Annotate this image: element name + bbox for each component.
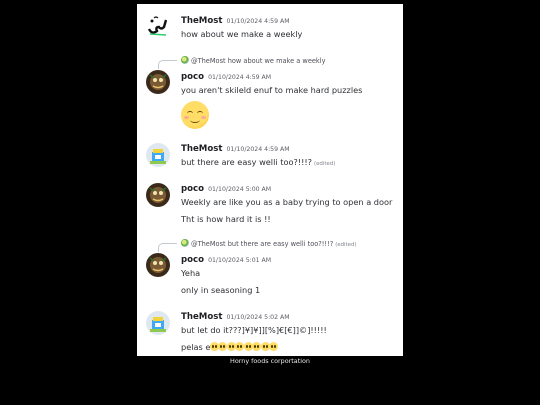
message-text: Weekly are like you as a baby trying to … <box>181 197 393 207</box>
reply-text: but there are easy welli too?!!!? <box>227 240 334 248</box>
caption: Horny foods corportation <box>230 357 310 365</box>
author-name[interactable]: TheMost <box>181 144 223 154</box>
message-text: Yeha <box>181 268 201 278</box>
timestamp: 01/10/2024 5:01 AM <box>208 257 272 264</box>
message-text: but there are easy welli too?!!!? <box>181 157 312 167</box>
message-text: but let do it???]¥]¥]][%]€[€]]©]!!!!! <box>181 325 327 335</box>
pleading-emoji-row <box>209 342 279 352</box>
edited-tag: (edited) <box>314 161 336 167</box>
reply-author[interactable]: @TheMost <box>191 57 226 65</box>
author-name[interactable]: TheMost <box>181 312 223 322</box>
author-name[interactable]: poco <box>181 255 204 265</box>
author-name[interactable]: poco <box>181 184 204 194</box>
chat-screenshot: TheMost 01/10/2024 4:59 AM how about we m… <box>137 4 403 356</box>
reply-avatar-icon <box>181 56 189 64</box>
message-text: pelas e <box>181 342 211 352</box>
message-text: how about we make a weekly <box>181 29 303 39</box>
author-name[interactable]: TheMost <box>181 16 223 26</box>
timestamp: 01/10/2024 5:02 AM <box>226 314 290 321</box>
timestamp: 01/10/2024 4:59 AM <box>226 146 290 153</box>
reply-avatar-icon <box>181 239 189 247</box>
reply-preview[interactable]: @TheMost how about we make a weekly <box>181 56 325 66</box>
arabic-calligraphy-avatar[interactable] <box>146 14 170 38</box>
timestamp: 01/10/2024 5:00 AM <box>208 186 272 193</box>
smiling-blush-emoji <box>181 101 209 129</box>
message-text: only in seasoning 1 <box>181 285 261 295</box>
reply-text: how about we make a weekly <box>227 57 326 65</box>
message-text: you aren't skileld enuf to make hard puz… <box>181 85 363 95</box>
message-text: Tht is how hard it is !! <box>181 214 271 224</box>
timestamp: 01/10/2024 4:59 AM <box>226 18 290 25</box>
timestamp: 01/10/2024 4:59 AM <box>208 74 272 81</box>
themost-sprite-avatar[interactable] <box>146 311 170 335</box>
poco-avatar[interactable] <box>146 183 170 207</box>
reply-connector <box>158 243 177 252</box>
author-name[interactable]: poco <box>181 72 204 82</box>
themost-sprite-avatar[interactable] <box>146 143 170 167</box>
reply-preview[interactable]: @TheMost but there are easy welli too?!!… <box>181 239 357 250</box>
pleading-face-icon <box>269 342 279 351</box>
poco-avatar[interactable] <box>146 253 170 277</box>
reply-author[interactable]: @TheMost <box>191 240 226 248</box>
reply-connector <box>158 60 177 69</box>
poco-avatar[interactable] <box>146 70 170 94</box>
edited-tag: (edited) <box>335 242 357 248</box>
